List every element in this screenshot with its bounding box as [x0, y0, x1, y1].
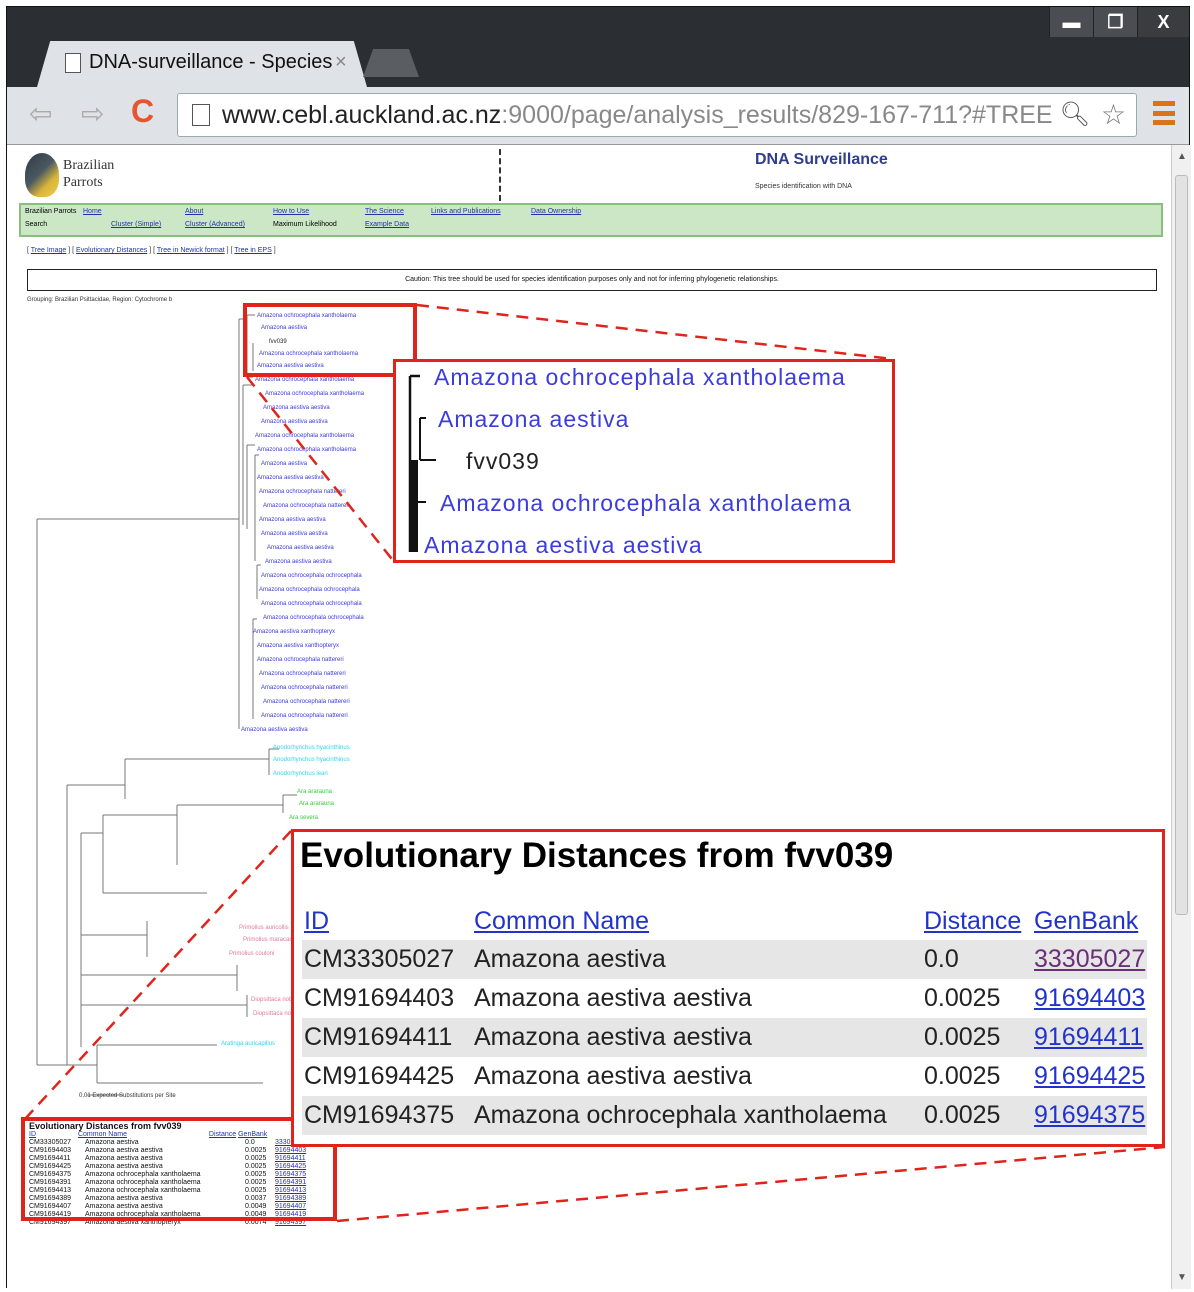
- distance-cell: 0.0025: [922, 1096, 1032, 1135]
- name-cell: Amazona ochrocephala xantholaema: [472, 1096, 922, 1135]
- url-text: www.cebl.auckland.ac.nz:9000/page/analys…: [222, 101, 1053, 129]
- name-cell: Amazona aestiva aestiva: [474, 1062, 752, 1090]
- genbank-link[interactable]: 33305027: [1034, 945, 1145, 973]
- table-row: CM91694403 Amazona aestiva aestiva 0.0025 9…: [302, 979, 1147, 1018]
- genbank-link[interactable]: 91694403: [1034, 984, 1145, 1012]
- tab-title: DNA-surveillance - Species: [89, 51, 333, 73]
- distance-title: Evolutionary Distances from fvv039: [300, 836, 894, 875]
- genbank-link[interactable]: 91694411: [1034, 1023, 1143, 1051]
- genbank-cell: 91694375: [1032, 1096, 1148, 1135]
- zoom-icon[interactable]: 🔍︎: [1060, 100, 1090, 129]
- address-bar[interactable]: www.cebl.auckland.ac.nz:9000/page/analys…: [177, 93, 1137, 137]
- table-header-row: ID Common Name Distance GenBank: [302, 902, 1147, 940]
- genbank-link[interactable]: 91694375: [1034, 1101, 1145, 1129]
- table-row: CM33305027 Amazona aestiva 0.0 33305027: [302, 940, 1148, 979]
- name-column-header[interactable]: Common Name: [474, 907, 649, 935]
- scroll-up-icon[interactable]: ▲: [1177, 151, 1187, 162]
- maximize-button[interactable]: ❐: [1093, 7, 1137, 37]
- tree-highlight-box: [243, 303, 417, 377]
- name-cell: Amazona aestiva aestiva: [472, 1018, 922, 1057]
- distance-cell: 0.0025: [922, 1018, 1032, 1057]
- id-cell: CM91694425: [304, 1062, 455, 1090]
- bookmark-star-icon[interactable]: ☆: [1101, 98, 1126, 131]
- distance-cell: 0.0025: [924, 1062, 1001, 1090]
- scroll-down-icon[interactable]: ▼: [1177, 1272, 1187, 1283]
- distance-zoom-inset: Evolutionary Distances from fvv039 ID Co…: [291, 829, 1165, 1147]
- genbank-cell: 91694411: [1032, 1018, 1148, 1057]
- browser-window: DNA-surveillance - Species × ▬ ❐ X ⇦ ⇨ C…: [6, 6, 1191, 1289]
- close-tab-icon[interactable]: ×: [335, 51, 347, 74]
- distance-column-header[interactable]: Distance: [924, 907, 1021, 935]
- tree-zoom-inset: Amazona ochrocephala xantholaema Amazona…: [393, 359, 895, 563]
- reload-icon[interactable]: C: [131, 93, 154, 130]
- table-row: CM91694425 Amazona aestiva aestiva 0.0025 9…: [302, 1057, 1147, 1096]
- id-cell: CM91694411: [302, 1018, 472, 1057]
- browser-toolbar: ⇦ ⇨ C www.cebl.auckland.ac.nz:9000/page/…: [7, 87, 1189, 145]
- close-window-button[interactable]: X: [1137, 7, 1189, 37]
- page-icon: [192, 104, 210, 126]
- genbank-column-header[interactable]: GenBank: [1034, 907, 1138, 935]
- distance-table: ID Common Name Distance GenBank CM333050…: [302, 902, 1148, 1135]
- id-column-header[interactable]: ID: [304, 907, 329, 935]
- zoom-leaf[interactable]: Amazona aestiva: [438, 406, 629, 433]
- menu-icon[interactable]: [1153, 101, 1175, 125]
- scrollbar[interactable]: ▲ ▼: [1171, 145, 1191, 1289]
- table-row: CM91694411 Amazona aestiva aestiva 0.0025 9…: [302, 1018, 1148, 1057]
- distance-cell: 0.0: [922, 940, 1032, 979]
- distance-cell: 0.0025: [924, 984, 1001, 1012]
- minimize-button[interactable]: ▬: [1049, 7, 1093, 37]
- zoom-leaf[interactable]: Amazona ochrocephala xantholaema: [440, 490, 852, 517]
- window-controls: ▬ ❐ X: [1049, 7, 1189, 37]
- zoom-leaf-query: fvv039: [466, 448, 540, 474]
- page-viewport: Brazilian Parrots DNA Surveillance Speci…: [7, 145, 1171, 1289]
- zoom-leaf[interactable]: Amazona ochrocephala xantholaema: [434, 364, 846, 391]
- title-bar: DNA-surveillance - Species × ▬ ❐ X: [7, 7, 1189, 87]
- id-cell: CM91694375: [302, 1096, 472, 1135]
- genbank-cell: 91694425: [1032, 1057, 1147, 1096]
- genbank-cell: 33305027: [1032, 940, 1148, 979]
- page-icon: [65, 53, 81, 73]
- back-icon[interactable]: ⇦: [29, 97, 52, 130]
- scroll-thumb[interactable]: [1175, 175, 1188, 915]
- id-cell: CM33305027: [302, 940, 472, 979]
- browser-tab[interactable]: DNA-surveillance - Species ×: [37, 41, 367, 87]
- id-cell: CM91694403: [304, 984, 455, 1012]
- new-tab-button[interactable]: [363, 49, 419, 77]
- name-cell: Amazona aestiva aestiva: [474, 984, 752, 1012]
- zoom-leaf[interactable]: Amazona aestiva aestiva: [424, 532, 703, 559]
- genbank-link[interactable]: 91694425: [1034, 1062, 1145, 1090]
- forward-icon[interactable]: ⇨: [81, 97, 104, 130]
- table-highlight-box: [21, 1117, 337, 1221]
- genbank-cell: 91694403: [1032, 979, 1147, 1018]
- table-row: CM91694375 Amazona ochrocephala xantholae…: [302, 1096, 1148, 1135]
- name-cell: Amazona aestiva: [472, 940, 922, 979]
